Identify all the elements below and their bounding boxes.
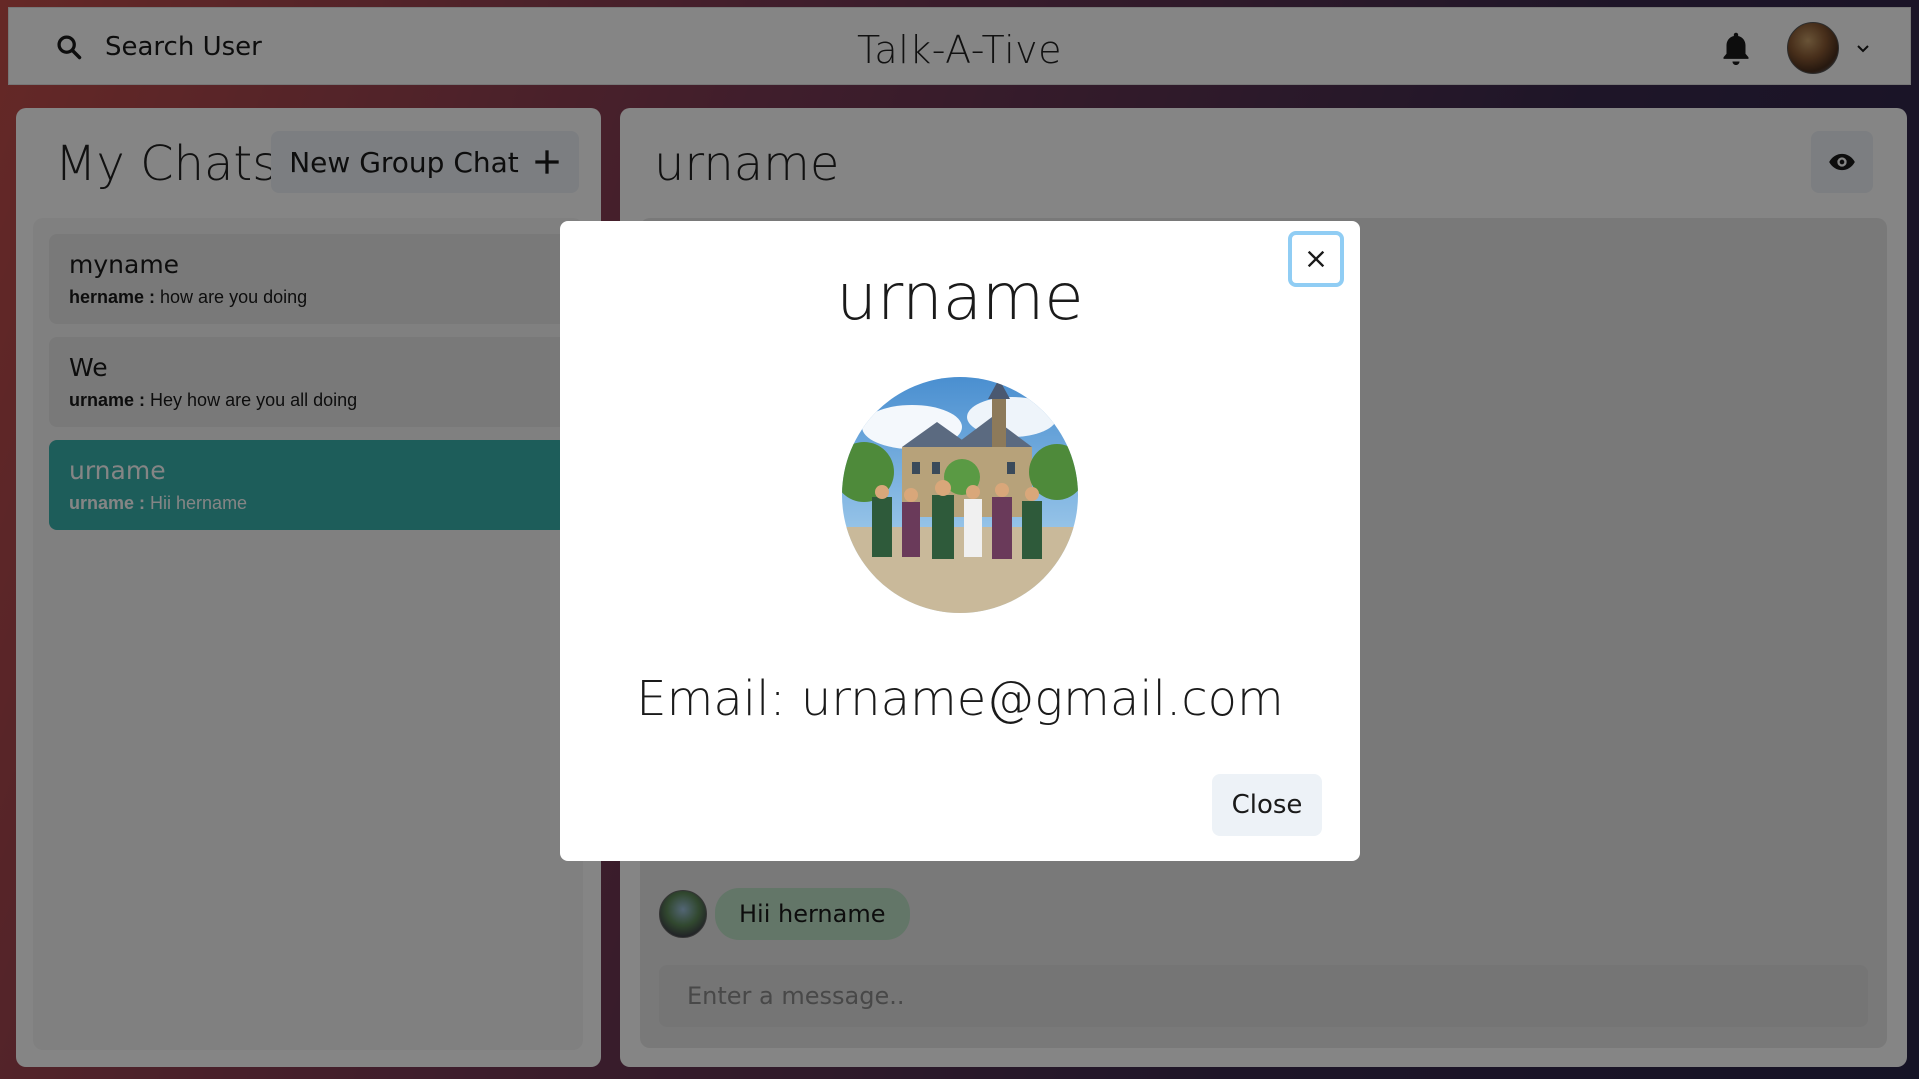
close-icon (1305, 248, 1327, 270)
modal-title: urname (836, 261, 1084, 335)
modal-close-x-button[interactable] (1288, 231, 1344, 287)
profile-modal: urname Email: urname@gmail.com Close (560, 221, 1360, 861)
modal-close-button[interactable]: Close (1212, 774, 1322, 836)
modal-email: Email: urname@gmail.com (636, 671, 1284, 727)
profile-picture (842, 377, 1078, 613)
